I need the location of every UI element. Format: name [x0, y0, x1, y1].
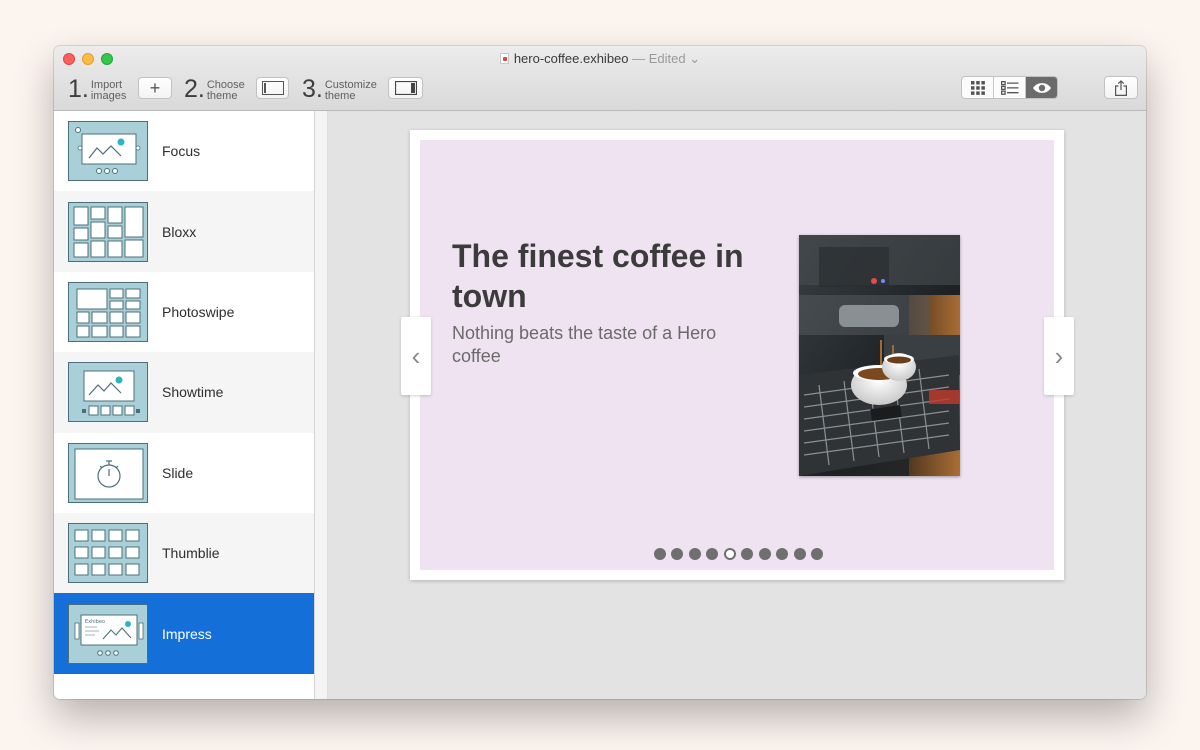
grid-view-icon [970, 80, 985, 95]
slide-headline[interactable]: The finest coffee in town [452, 236, 762, 316]
pagination-dot[interactable] [776, 548, 789, 560]
theme-item-slide[interactable]: Slide [54, 433, 314, 513]
next-slide-button[interactable]: › [1044, 317, 1074, 395]
showtime-theme-icon [82, 370, 140, 416]
app-window: hero-coffee.exhibeo — Edited ⌄ 1. Import… [54, 46, 1146, 699]
theme-item-thumblie[interactable]: Thumblie [54, 512, 314, 594]
plus-icon: + [149, 78, 161, 98]
pagination-dot[interactable] [793, 548, 806, 560]
step-customize-theme: 3. Customize theme [302, 75, 385, 103]
showtime-thumbnail [68, 362, 148, 423]
theme-item-photoswipe[interactable]: Photoswipe [54, 272, 314, 352]
import-images-button[interactable]: + [138, 77, 172, 99]
sidebar-right-icon [394, 81, 417, 95]
list-view-button[interactable] [994, 77, 1026, 98]
thumblie-theme-icon [74, 529, 140, 576]
espresso-machine-image [799, 235, 960, 476]
bloxx-thumbnail [68, 201, 148, 262]
pagination-dot[interactable] [811, 548, 824, 560]
theme-label: Impress [162, 625, 212, 642]
theme-label: Photoswipe [162, 303, 235, 320]
theme-item-impress[interactable]: Exhibeo Impress [54, 593, 314, 674]
step-number: 1. [68, 75, 89, 103]
preview-button[interactable] [1026, 77, 1057, 98]
title-chevron-down-icon[interactable]: ⌄ [689, 51, 700, 66]
pagination-dot-active[interactable] [723, 548, 736, 560]
bloxx-theme-icon [73, 206, 144, 258]
previous-slide-button[interactable]: ‹ [401, 317, 431, 395]
slide-subline[interactable]: Nothing beats the taste of a Hero coffee [452, 322, 722, 368]
theme-item-focus[interactable]: Focus [54, 111, 314, 191]
choose-theme-button[interactable] [256, 77, 289, 99]
pagination-dot[interactable] [671, 548, 684, 560]
document-title[interactable]: hero-coffee.exhibeo — Edited ⌄ [54, 51, 1146, 67]
customize-theme-button[interactable] [388, 77, 423, 99]
photoswipe-theme-icon [76, 288, 141, 338]
focus-theme-icon [75, 127, 141, 175]
share-icon [1115, 79, 1127, 96]
impress-theme-icon: Exhibeo [74, 614, 144, 656]
theme-label: Showtime [162, 384, 224, 401]
sidebar-divider[interactable] [315, 111, 328, 699]
slide-thumbnail [68, 442, 148, 503]
photoswipe-thumbnail [68, 281, 148, 342]
theme-label: Slide [162, 464, 194, 481]
slide-preview-frame: The finest coffee in town Nothing beats … [410, 130, 1064, 580]
theme-label: Thumblie [162, 545, 220, 562]
focus-thumbnail [68, 121, 148, 182]
step-choose-theme: 2. Choose theme [184, 75, 267, 103]
chevron-left-icon: ‹ [411, 341, 421, 371]
toolbar: hero-coffee.exhibeo — Edited ⌄ 1. Import… [54, 46, 1146, 111]
step-label-line1: Customize [324, 78, 377, 91]
thumblie-thumbnail [68, 523, 148, 584]
impress-thumbnail: Exhibeo [68, 603, 148, 664]
theme-item-showtime[interactable]: Showtime [54, 352, 314, 433]
edited-status: — Edited [632, 51, 686, 66]
list-view-icon [1000, 80, 1018, 95]
chevron-right-icon: › [1054, 341, 1064, 371]
pagination-dots [420, 548, 1054, 560]
slide-theme-icon [74, 448, 144, 500]
slide-canvas: The finest coffee in town Nothing beats … [420, 140, 1054, 570]
theme-label: Bloxx [162, 223, 197, 240]
document-icon [499, 53, 509, 64]
step-number: 3. [302, 75, 323, 103]
impress-thumb-caption: Exhibeo [85, 619, 105, 625]
pagination-dot[interactable] [706, 548, 719, 560]
coffee-photo[interactable] [799, 235, 960, 476]
view-mode-control [961, 76, 1058, 99]
theme-sidebar: Focus Bloxx Photoswipe Showtime Slide Th… [54, 111, 315, 699]
preview-eye-icon [1032, 82, 1051, 93]
pagination-dot[interactable] [741, 548, 754, 560]
pagination-dot[interactable] [758, 548, 771, 560]
step-label: Customize theme [324, 78, 385, 102]
pagination-dot[interactable] [688, 548, 701, 560]
document-file-name: hero-coffee.exhibeo [513, 51, 629, 66]
sidebar-left-icon [261, 81, 284, 95]
grid-view-button[interactable] [962, 77, 994, 98]
pagination-dot[interactable] [653, 548, 666, 560]
step-label-line2: theme [324, 89, 356, 102]
share-button[interactable] [1104, 76, 1138, 99]
theme-label: Focus [162, 143, 201, 160]
step-number: 2. [184, 75, 205, 103]
theme-item-bloxx[interactable]: Bloxx [54, 191, 314, 272]
